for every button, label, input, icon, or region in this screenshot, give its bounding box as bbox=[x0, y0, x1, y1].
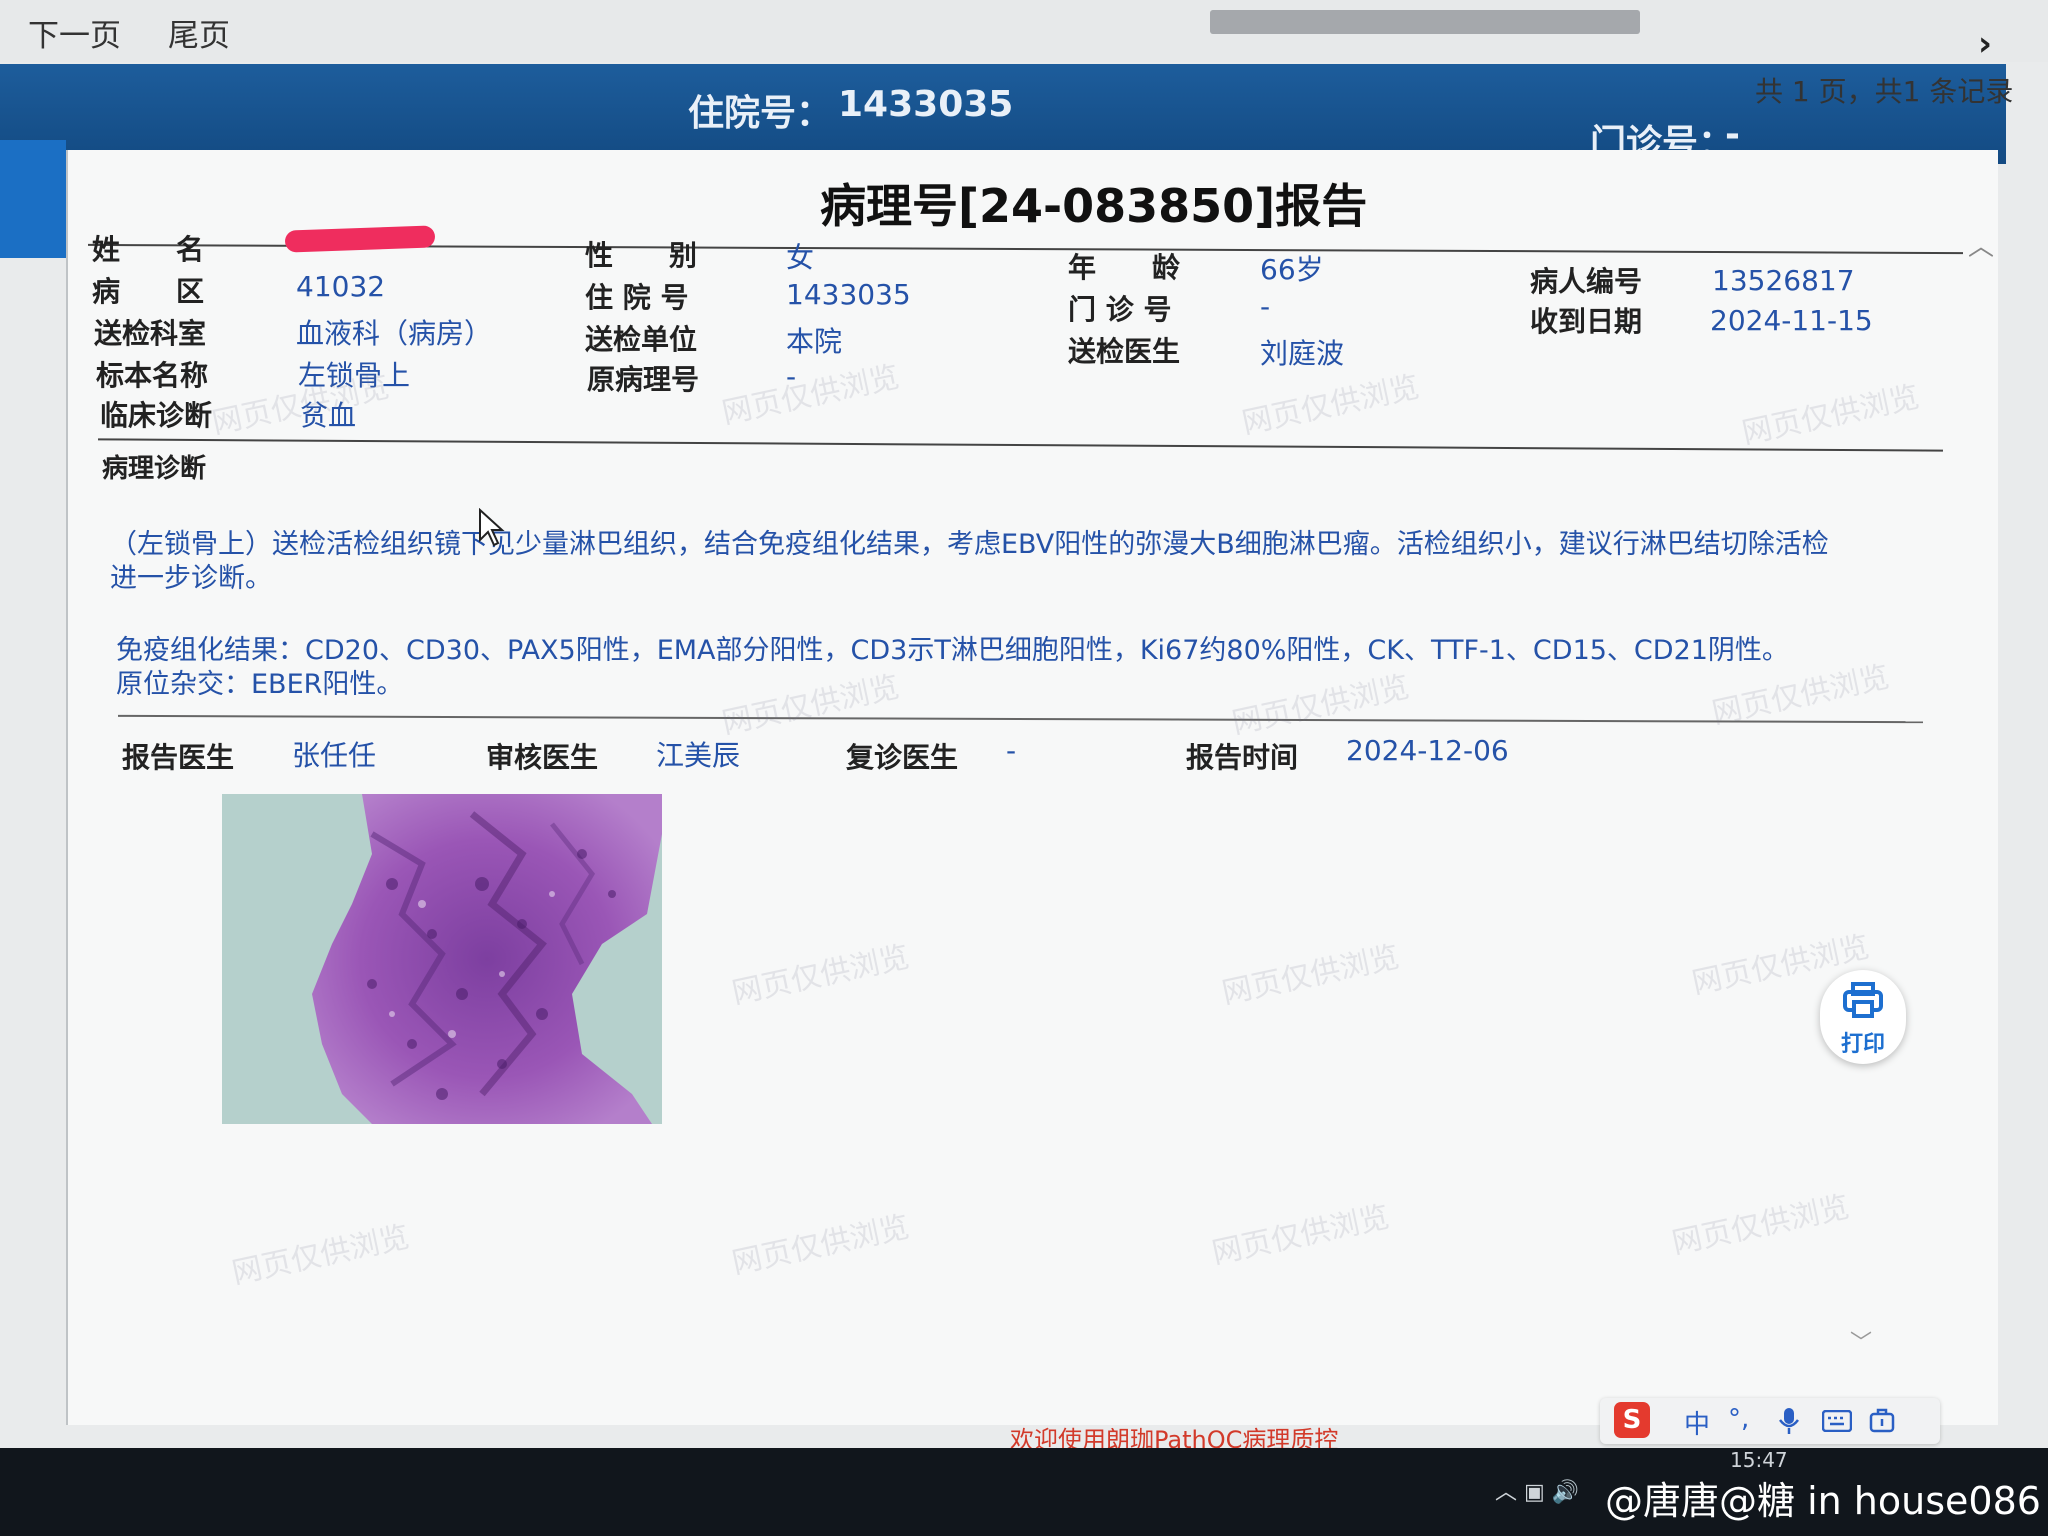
keyboard-icon[interactable] bbox=[1822, 1410, 1852, 1432]
next-page-link[interactable]: 下一页 bbox=[28, 10, 121, 55]
ihc-results: 免疫组化结果：CD20、CD30、PAX5阳性，EMA部分阳性，CD3示T淋巴细… bbox=[116, 634, 1946, 702]
specimen-micrograph bbox=[222, 794, 662, 1124]
taskbar-clock[interactable]: 15:47 bbox=[1730, 1448, 1788, 1472]
patient-header-bar: 住院号： 1433035 门诊号： - bbox=[0, 64, 2006, 164]
name-label: 姓 名 bbox=[92, 233, 205, 266]
print-button[interactable]: 打印 bbox=[1820, 970, 1906, 1064]
scrollbar-thumb[interactable] bbox=[1210, 10, 1640, 34]
ward-label: 病 区 bbox=[92, 275, 205, 308]
patient-id-value: 13526817 bbox=[1712, 264, 1855, 297]
ihc-line-2: 原位杂交：EBER阳性。 bbox=[116, 669, 404, 700]
last-page-link[interactable]: 尾页 bbox=[168, 10, 230, 55]
sex-label: 性 别 bbox=[585, 239, 698, 272]
referring-doctor-label: 送检医生 bbox=[1068, 335, 1181, 368]
print-label: 打印 bbox=[1840, 1032, 1885, 1057]
ime-logo[interactable]: S bbox=[1614, 1402, 1650, 1438]
admission-label: 住 院 号 bbox=[585, 281, 689, 314]
ime-punctuation[interactable]: °, bbox=[1728, 1404, 1749, 1434]
ime-mode[interactable]: 中 bbox=[1684, 1404, 1710, 1441]
mouse-cursor-icon bbox=[479, 508, 505, 547]
admission-value: 1433035 bbox=[786, 278, 911, 311]
ihc-line-1: 免疫组化结果：CD20、CD30、PAX5阳性，EMA部分阳性，CD3示T淋巴细… bbox=[116, 635, 1789, 666]
diagnosis-line-2: 进一步诊断。 bbox=[110, 563, 272, 594]
age-label: 年 龄 bbox=[1068, 251, 1181, 284]
review-doctor-label: 审核医生 bbox=[486, 741, 599, 774]
recheck-doctor-label: 复诊医生 bbox=[846, 741, 959, 774]
printer-icon bbox=[1843, 982, 1883, 1018]
dept-value: 血液科（病房） bbox=[296, 317, 493, 350]
microphone-icon[interactable] bbox=[1778, 1406, 1800, 1436]
sidebar-accent bbox=[0, 140, 66, 258]
report-doctor-value: 张任任 bbox=[292, 739, 377, 772]
received-date-label: 收到日期 bbox=[1530, 305, 1643, 338]
clinical-label: 临床诊断 bbox=[100, 399, 213, 432]
outpatient-field-label: 门 诊 号 bbox=[1068, 293, 1172, 326]
pager-bar: 下一页 尾页 bbox=[0, 0, 2048, 62]
unit-value: 本院 bbox=[786, 325, 843, 358]
photo-credit: @唐唐@糖 in house086 bbox=[1605, 1479, 2041, 1523]
report-time-label: 报告时间 bbox=[1186, 741, 1299, 774]
recheck-doctor-value: - bbox=[1006, 734, 1017, 767]
chevron-right-icon[interactable]: › bbox=[1978, 24, 1992, 64]
unit-label: 送检单位 bbox=[585, 323, 698, 356]
scroll-up-icon[interactable]: ︿ bbox=[1968, 226, 1994, 263]
outpatient-number: - bbox=[1725, 114, 1740, 155]
ime-toolbar[interactable]: S 中 °, bbox=[1600, 1398, 1940, 1444]
sex-value: 女 bbox=[786, 241, 815, 274]
diagnosis-heading: 病理诊断 bbox=[102, 454, 207, 484]
report-doctor-label: 报告医生 bbox=[122, 741, 235, 774]
specimen-label: 标本名称 bbox=[96, 359, 209, 392]
received-date-value: 2024-11-15 bbox=[1710, 304, 1873, 337]
referring-doctor-value: 刘庭波 bbox=[1260, 337, 1345, 370]
diagnosis-line-1: （左锁骨上）送检活检组织镜下见少量淋巴组织，结合免疫组化结果，考虑EBV阳性的弥… bbox=[110, 529, 1829, 560]
age-value: 66岁 bbox=[1260, 253, 1324, 286]
report-time-value: 2024-12-06 bbox=[1346, 734, 1509, 767]
toolbox-icon[interactable] bbox=[1868, 1406, 1896, 1434]
system-tray-icons[interactable]: ︿ ▣ 🔊 bbox=[1495, 1474, 1579, 1506]
diagnosis-text: （左锁骨上）送检活检组织镜下见少量淋巴组织，结合免疫组化结果，考虑EBV阳性的弥… bbox=[110, 528, 1950, 596]
scroll-down-icon[interactable]: ﹀ bbox=[1850, 1325, 1872, 1357]
ward-value: 41032 bbox=[296, 270, 386, 303]
inpatient-label: 住院号： bbox=[688, 93, 833, 134]
dept-label: 送检科室 bbox=[94, 317, 207, 350]
patient-id-label: 病人编号 bbox=[1530, 265, 1643, 298]
report-title: 病理号[24-083850]报告 bbox=[820, 179, 1368, 233]
page-count: 共 1 页，共1 条记录 bbox=[1755, 75, 2014, 108]
orig-pathology-label: 原病理号 bbox=[587, 363, 700, 396]
outpatient-field-value: - bbox=[1260, 290, 1271, 323]
inpatient-number: 1433035 bbox=[838, 84, 1014, 125]
